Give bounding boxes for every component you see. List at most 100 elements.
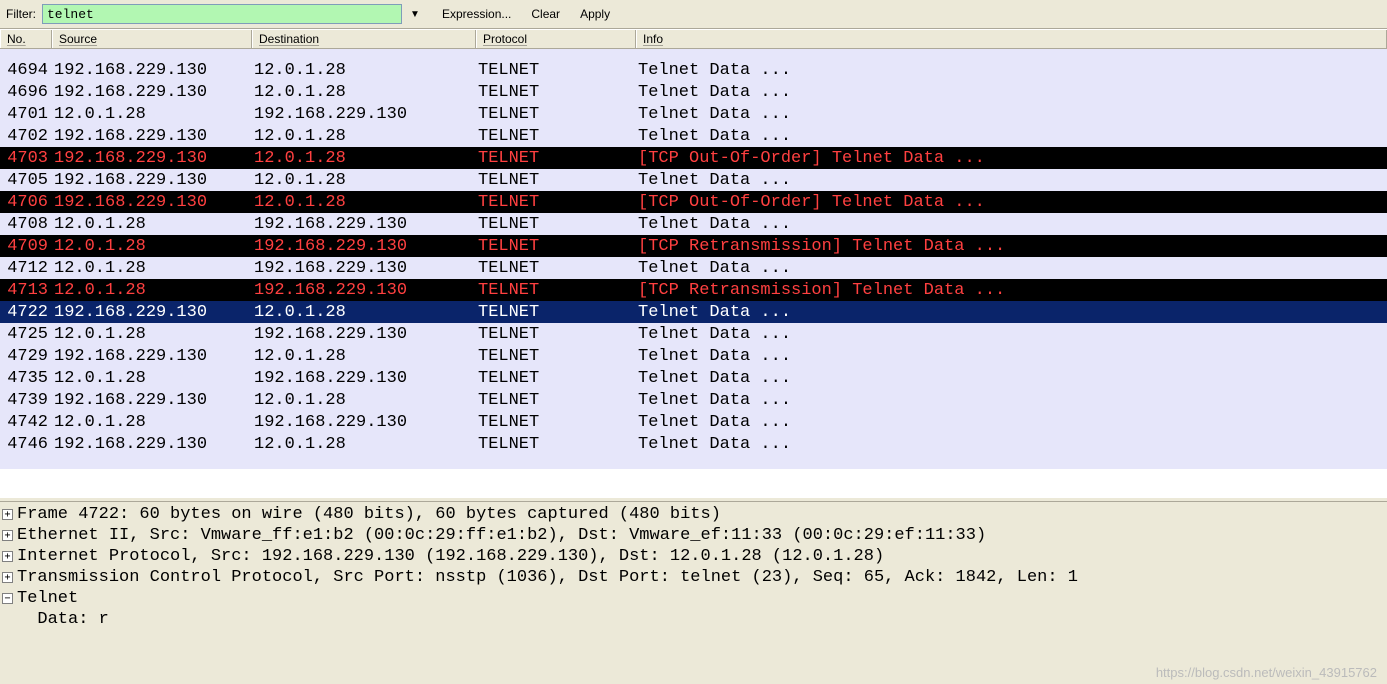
expand-plus-icon[interactable]: + bbox=[2, 572, 13, 583]
packet-no: 4694 bbox=[0, 61, 52, 80]
packet-source: 12.0.1.28 bbox=[52, 105, 252, 124]
packet-source: 192.168.229.130 bbox=[52, 171, 252, 190]
col-header-destination[interactable]: Destination bbox=[252, 30, 476, 48]
packet-destination: 192.168.229.130 bbox=[252, 259, 476, 278]
packet-row[interactable]: 4739192.168.229.13012.0.1.28TELNETTelnet… bbox=[0, 389, 1387, 411]
packet-list[interactable]: 4694192.168.229.13012.0.1.28TELNETTelnet… bbox=[0, 49, 1387, 497]
detail-line[interactable]: + Frame 4722: 60 bytes on wire (480 bits)… bbox=[0, 504, 1387, 525]
packet-no: 4725 bbox=[0, 325, 52, 344]
packet-row[interactable]: 4729192.168.229.13012.0.1.28TELNETTelnet… bbox=[0, 345, 1387, 367]
packet-info: Telnet Data ... bbox=[636, 369, 1387, 388]
packet-row[interactable]: 4746192.168.229.13012.0.1.28TELNETTelnet… bbox=[0, 433, 1387, 455]
packet-row[interactable]: 4705192.168.229.13012.0.1.28TELNETTelnet… bbox=[0, 169, 1387, 191]
packet-protocol: TELNET bbox=[476, 325, 636, 344]
packet-info: Telnet Data ... bbox=[636, 435, 1387, 454]
packet-protocol: TELNET bbox=[476, 303, 636, 322]
packet-source: 12.0.1.28 bbox=[52, 281, 252, 300]
packet-info: [TCP Retransmission] Telnet Data ... bbox=[636, 237, 1387, 256]
packet-protocol: TELNET bbox=[476, 149, 636, 168]
packet-protocol: TELNET bbox=[476, 237, 636, 256]
packet-details-pane[interactable]: https://blog.csdn.net/weixin_43915762 +F… bbox=[0, 502, 1387, 667]
packet-no: 4703 bbox=[0, 149, 52, 168]
packet-row[interactable]: 471312.0.1.28192.168.229.130TELNET[TCP R… bbox=[0, 279, 1387, 301]
detail-line[interactable]: +Ethernet II, Src: Vmware_ff:e1:b2 (00:0… bbox=[0, 525, 1387, 546]
packet-destination: 12.0.1.28 bbox=[252, 303, 476, 322]
packet-row[interactable]: 4722192.168.229.13012.0.1.28TELNETTelnet… bbox=[0, 301, 1387, 323]
packet-destination: 12.0.1.28 bbox=[252, 435, 476, 454]
packet-source: 192.168.229.130 bbox=[52, 149, 252, 168]
packet-row[interactable]: 4694192.168.229.13012.0.1.28TELNETTelnet… bbox=[0, 59, 1387, 81]
packet-protocol: TELNET bbox=[476, 171, 636, 190]
expand-plus-icon[interactable]: + bbox=[2, 530, 13, 541]
packet-info: Telnet Data ... bbox=[636, 171, 1387, 190]
packet-destination: 192.168.229.130 bbox=[252, 325, 476, 344]
packet-no: 4735 bbox=[0, 369, 52, 388]
col-header-info[interactable]: Info bbox=[636, 30, 1387, 48]
packet-row[interactable]: 4702192.168.229.13012.0.1.28TELNETTelnet… bbox=[0, 125, 1387, 147]
packet-destination: 192.168.229.130 bbox=[252, 413, 476, 432]
packet-source: 192.168.229.130 bbox=[52, 83, 252, 102]
packet-row[interactable]: 470812.0.1.28192.168.229.130TELNETTelnet… bbox=[0, 213, 1387, 235]
expand-minus-icon[interactable]: − bbox=[2, 593, 13, 604]
packet-destination: 12.0.1.28 bbox=[252, 61, 476, 80]
packet-protocol: TELNET bbox=[476, 391, 636, 410]
col-header-source[interactable]: Source bbox=[52, 30, 252, 48]
packet-info: Telnet Data ... bbox=[636, 413, 1387, 432]
packet-row[interactable]: 470912.0.1.28192.168.229.130TELNET[TCP R… bbox=[0, 235, 1387, 257]
packet-source: 12.0.1.28 bbox=[52, 325, 252, 344]
col-header-protocol[interactable]: Protocol bbox=[476, 30, 636, 48]
packet-row[interactable]: 474212.0.1.28192.168.229.130TELNETTelnet… bbox=[0, 411, 1387, 433]
packet-row[interactable]: 4706192.168.229.13012.0.1.28TELNET[TCP O… bbox=[0, 191, 1387, 213]
expand-plus-icon[interactable]: + bbox=[2, 551, 13, 562]
clear-button[interactable]: Clear bbox=[531, 7, 560, 21]
detail-line[interactable]: Data: r bbox=[0, 609, 1387, 630]
packet-destination: 192.168.229.130 bbox=[252, 237, 476, 256]
packet-source: 192.168.229.130 bbox=[52, 347, 252, 366]
packet-protocol: TELNET bbox=[476, 83, 636, 102]
detail-text: Frame 4722: 60 bytes on wire (480 bits),… bbox=[17, 505, 721, 524]
packet-source: 192.168.229.130 bbox=[52, 61, 252, 80]
detail-line[interactable]: −Telnet bbox=[0, 588, 1387, 609]
packet-info: [TCP Retransmission] Telnet Data ... bbox=[636, 281, 1387, 300]
filter-input[interactable] bbox=[42, 4, 402, 24]
packet-destination: 12.0.1.28 bbox=[252, 149, 476, 168]
filter-dropdown-icon[interactable]: ▼ bbox=[408, 9, 422, 20]
filter-label: Filter: bbox=[6, 7, 38, 21]
packet-row[interactable]: 470112.0.1.28192.168.229.130TELNETTelnet… bbox=[0, 103, 1387, 125]
packet-source: 12.0.1.28 bbox=[52, 237, 252, 256]
packet-row[interactable]: 4696192.168.229.13012.0.1.28TELNETTelnet… bbox=[0, 81, 1387, 103]
packet-destination: 192.168.229.130 bbox=[252, 369, 476, 388]
packet-source: 12.0.1.28 bbox=[52, 413, 252, 432]
packet-no: 4746 bbox=[0, 435, 52, 454]
packet-source: 192.168.229.130 bbox=[52, 303, 252, 322]
packet-info: Telnet Data ... bbox=[636, 215, 1387, 234]
packet-info: Telnet Data ... bbox=[636, 83, 1387, 102]
packet-row[interactable]: 472512.0.1.28192.168.229.130TELNETTelnet… bbox=[0, 323, 1387, 345]
expression-button[interactable]: Expression... bbox=[442, 7, 511, 21]
packet-destination: 12.0.1.28 bbox=[252, 391, 476, 410]
expand-plus-icon[interactable]: + bbox=[2, 509, 13, 520]
packet-row[interactable]: 4703192.168.229.13012.0.1.28TELNET[TCP O… bbox=[0, 147, 1387, 169]
packet-protocol: TELNET bbox=[476, 347, 636, 366]
packet-no: 4705 bbox=[0, 171, 52, 190]
apply-button[interactable]: Apply bbox=[580, 7, 610, 21]
packet-info: Telnet Data ... bbox=[636, 391, 1387, 410]
packet-row[interactable]: 471212.0.1.28192.168.229.130TELNETTelnet… bbox=[0, 257, 1387, 279]
packet-row[interactable] bbox=[0, 49, 1387, 59]
packet-row[interactable] bbox=[0, 455, 1387, 469]
packet-destination: 12.0.1.28 bbox=[252, 83, 476, 102]
packet-destination: 12.0.1.28 bbox=[252, 193, 476, 212]
packet-protocol: TELNET bbox=[476, 105, 636, 124]
packet-row[interactable]: 473512.0.1.28192.168.229.130TELNETTelnet… bbox=[0, 367, 1387, 389]
packet-protocol: TELNET bbox=[476, 435, 636, 454]
packet-protocol: TELNET bbox=[476, 215, 636, 234]
detail-line[interactable]: +Internet Protocol, Src: 192.168.229.130… bbox=[0, 546, 1387, 567]
col-header-no[interactable]: No. bbox=[0, 30, 52, 48]
packet-no: 4706 bbox=[0, 193, 52, 212]
packet-info: Telnet Data ... bbox=[636, 303, 1387, 322]
detail-line[interactable]: +Transmission Control Protocol, Src Port… bbox=[0, 567, 1387, 588]
packet-protocol: TELNET bbox=[476, 369, 636, 388]
packet-destination: 192.168.229.130 bbox=[252, 105, 476, 124]
packet-source: 12.0.1.28 bbox=[52, 215, 252, 234]
packet-protocol: TELNET bbox=[476, 127, 636, 146]
